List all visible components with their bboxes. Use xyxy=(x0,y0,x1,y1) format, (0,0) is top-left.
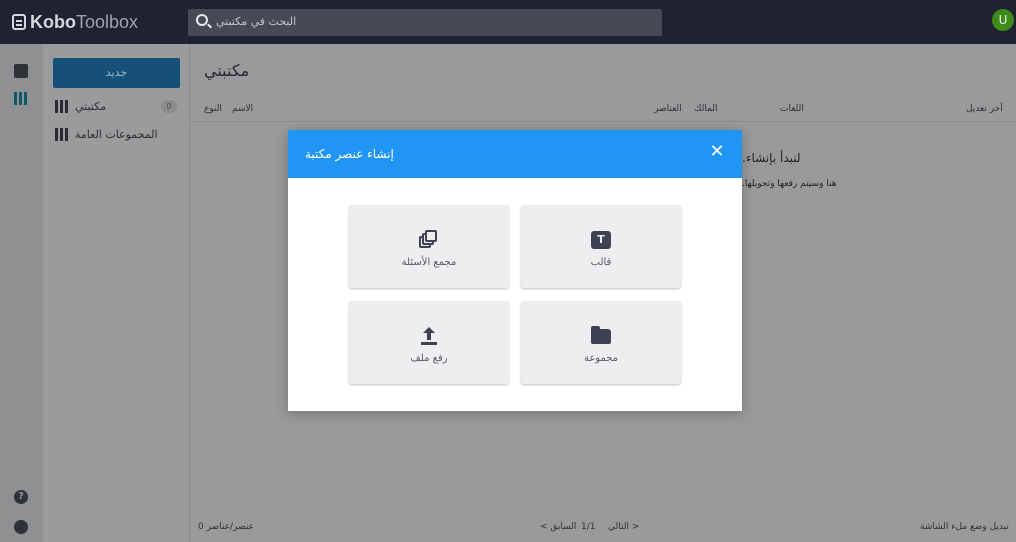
empty-state-subtitle: .هنا وسيتم رفعها وتحويلها xyxy=(742,179,837,189)
empty-state-title: .لنبدأ بإنشاء xyxy=(742,151,801,165)
close-icon[interactable]: ✕ xyxy=(708,143,726,161)
github-icon[interactable] xyxy=(14,520,28,534)
dialog-header: إنشاء عنصر مكتبة ✕ xyxy=(288,130,742,178)
page-title: مكتبتي xyxy=(204,61,250,80)
sidebar-item-public-collections[interactable]: المجموعات العامة xyxy=(55,126,183,144)
new-button[interactable]: جديد xyxy=(53,58,180,88)
question-bank-icon xyxy=(419,230,439,249)
search-input[interactable]: البحث في مكتبتي xyxy=(216,15,296,28)
fullscreen-toggle[interactable]: تبديل وضع ملء الشاشة xyxy=(920,522,1009,532)
sidebar-item-label: مكتبتي xyxy=(75,100,107,113)
upload-icon xyxy=(419,327,439,345)
kobotoolbox-logo[interactable]: Kobo Toolbox xyxy=(12,10,138,34)
top-bar: Kobo Toolbox البحث في مكتبتي U xyxy=(0,0,1016,44)
column-languages[interactable]: اللغات xyxy=(780,104,804,114)
help-icon[interactable]: ? xyxy=(14,490,28,504)
column-elements[interactable]: العناصر xyxy=(654,104,682,114)
folder-icon xyxy=(591,326,611,344)
library-sidebar: جديد 0 مكتبتي المجموعات العامة xyxy=(43,44,190,542)
search-icon[interactable] xyxy=(196,14,208,26)
sidebar-item-my-library[interactable]: 0 مكتبتي xyxy=(55,98,183,116)
create-library-item-dialog: إنشاء عنصر مكتبة ✕ مجمع الأسئلة T قالب ر… xyxy=(288,130,742,411)
question-bank-button[interactable]: مجمع الأسئلة xyxy=(349,205,509,288)
collection-button[interactable]: مجموعة xyxy=(521,301,681,384)
question-bank-label: مجمع الأسئلة xyxy=(401,257,457,268)
template-button[interactable]: T قالب xyxy=(521,205,681,288)
logo-text-light: Toolbox xyxy=(75,11,139,32)
sidebar-item-label: المجموعات العامة xyxy=(75,128,158,141)
next-page-label: التالي xyxy=(608,522,629,532)
prev-page-button[interactable]: < السابق xyxy=(540,522,576,532)
user-avatar[interactable]: U xyxy=(992,9,1014,31)
collection-label: مجموعة xyxy=(583,353,619,364)
icon-rail: ? xyxy=(0,44,43,542)
next-page-button[interactable]: التالي > xyxy=(608,522,639,532)
template-label: قالب xyxy=(590,257,612,268)
logo-icon xyxy=(12,14,26,30)
column-name[interactable]: الاسم xyxy=(232,104,253,114)
prev-page-label: السابق xyxy=(550,522,577,532)
column-type[interactable]: النوع xyxy=(204,104,222,114)
table-header: النوع الاسم العناصر المالك اللغات آخر تع… xyxy=(190,98,1016,122)
page-indicator: 1/1 xyxy=(581,522,596,532)
column-owner[interactable]: المالك xyxy=(694,104,718,114)
public-collections-icon xyxy=(55,128,69,141)
upload-button[interactable]: رفع ملف xyxy=(349,301,509,384)
dialog-title: إنشاء عنصر مكتبة xyxy=(305,147,394,161)
upload-label: رفع ملف xyxy=(410,353,448,364)
item-count: 0 عنصر/عناصر xyxy=(198,522,254,532)
search-bar[interactable]: البحث في مكتبتي xyxy=(188,9,662,36)
books-icon xyxy=(55,100,69,113)
logo-text-bold: Kobo xyxy=(30,11,76,32)
template-icon: T xyxy=(591,231,611,249)
list-footer: 0 عنصر/عناصر < السابق 1/1 التالي > تبديل… xyxy=(190,513,1016,542)
column-last-modified[interactable]: آخر تعديل xyxy=(966,104,1003,114)
forms-icon[interactable] xyxy=(14,64,28,78)
library-icon[interactable] xyxy=(14,92,28,106)
item-count-badge: 0 xyxy=(161,100,177,113)
